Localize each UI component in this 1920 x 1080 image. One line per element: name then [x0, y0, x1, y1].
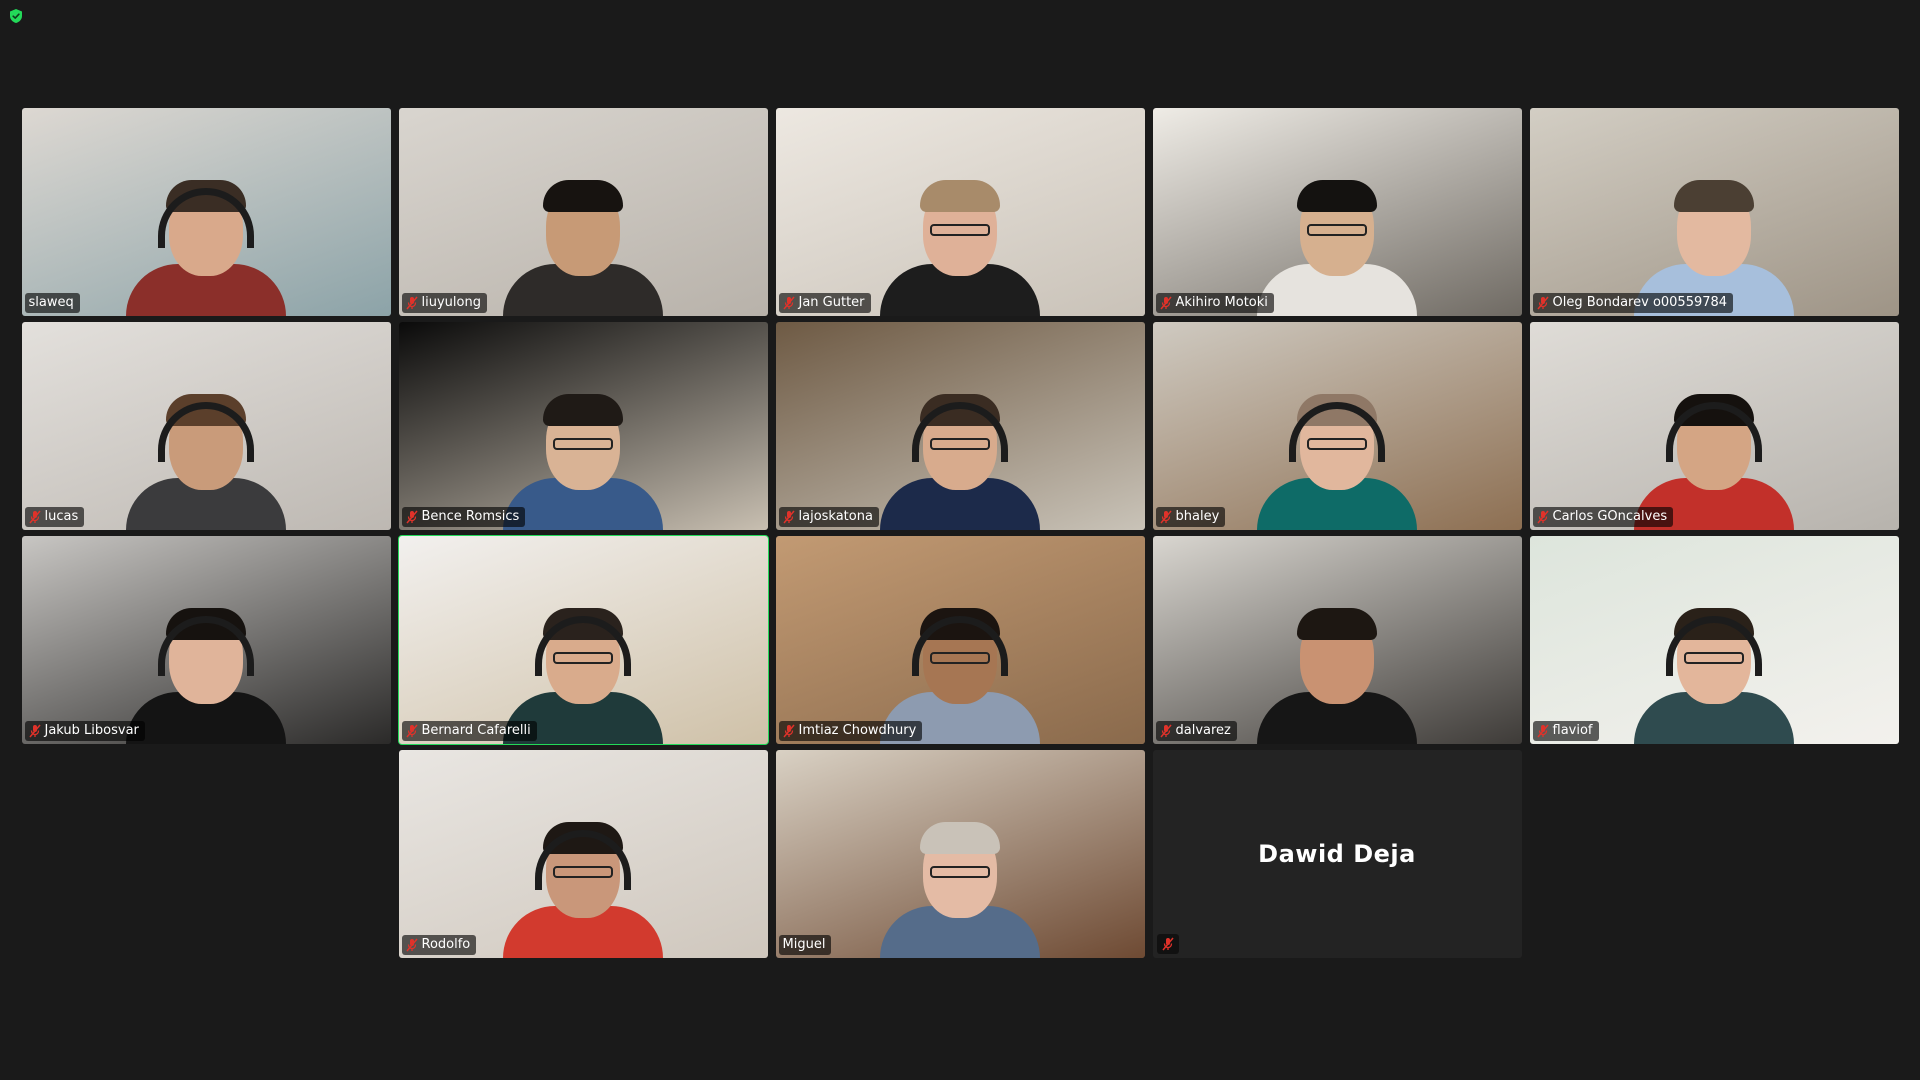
mic-muted-icon [1159, 510, 1172, 524]
mic-muted-icon [782, 296, 795, 310]
participant-tile[interactable]: slaweq [21, 108, 391, 316]
participant-tile[interactable]: flaviof [1529, 536, 1899, 744]
mute-indicator [1156, 934, 1179, 954]
participant-tile[interactable]: Bence Romsics [398, 322, 768, 530]
participant-name: Jan Gutter [798, 295, 865, 310]
mic-muted-icon [1159, 724, 1172, 738]
participant-name-tag: Jakub Libosvar [24, 721, 145, 741]
participant-avatar [1257, 380, 1417, 530]
participant-name-tag: dalvarez [1155, 721, 1237, 741]
participant-name-tag: Akihiro Motoki [1155, 293, 1274, 313]
mic-muted-icon [1536, 296, 1549, 310]
participant-avatar [1257, 166, 1417, 316]
participant-name-tag: slaweq [24, 293, 80, 313]
mic-muted-icon [28, 724, 41, 738]
participant-name: Oleg Bondarev o00559784 [1552, 295, 1728, 310]
participant-name: slaweq [28, 295, 74, 310]
participant-avatar [1257, 594, 1417, 744]
gallery-row: Rodolfo Miguel Dawid Deja [21, 750, 1899, 958]
participant-name-tag: Jan Gutter [778, 293, 871, 313]
participant-tile[interactable]: Oleg Bondarev o00559784 [1529, 108, 1899, 316]
mic-muted-icon [1159, 296, 1172, 310]
mic-muted-icon [782, 724, 795, 738]
mic-muted-icon [1536, 724, 1549, 738]
participant-name: Rodolfo [421, 937, 471, 952]
participant-name: Bence Romsics [421, 509, 520, 524]
participant-avatar [126, 380, 286, 530]
participant-tile[interactable]: Bernard Cafarelli [397, 535, 769, 745]
gallery-grid: slaweq liuyulong Jan Gutter Akihiro Motoki O… [21, 108, 1899, 964]
mic-muted-icon [28, 510, 41, 524]
participant-tile[interactable]: dalvarez [1152, 536, 1522, 744]
participant-name: Dawid Deja [1258, 840, 1416, 868]
gallery-row: lucas Bence Romsics lajoskatona bhaley Carlo… [21, 322, 1899, 530]
participant-name: lucas [44, 509, 79, 524]
participant-name-tag: Imtiaz Chowdhury [778, 721, 923, 741]
participant-name-tag: bhaley [1155, 507, 1226, 527]
participant-tile[interactable]: liuyulong [398, 108, 768, 316]
gallery-row: slaweq liuyulong Jan Gutter Akihiro Motoki O… [21, 108, 1899, 316]
participant-avatar [126, 594, 286, 744]
participant-tile[interactable]: Imtiaz Chowdhury [775, 536, 1145, 744]
mic-muted-icon [1536, 510, 1549, 524]
participant-avatar [880, 380, 1040, 530]
participant-tile[interactable]: Jakub Libosvar [21, 536, 391, 744]
participant-name: Bernard Cafarelli [421, 723, 531, 738]
mic-muted-icon [405, 510, 418, 524]
participant-avatar [126, 166, 286, 316]
participant-tile[interactable]: Miguel [775, 750, 1145, 958]
participant-name: Carlos GOncalves [1552, 509, 1668, 524]
participant-name: Imtiaz Chowdhury [798, 723, 917, 738]
participant-tile[interactable]: Akihiro Motoki [1152, 108, 1522, 316]
mic-muted-icon [405, 296, 418, 310]
participant-avatar [880, 808, 1040, 958]
participant-name-tag: Rodolfo [401, 935, 477, 955]
participant-tile[interactable]: Jan Gutter [775, 108, 1145, 316]
participant-avatar [503, 166, 663, 316]
mic-muted-icon [782, 510, 795, 524]
participant-avatar [503, 808, 663, 958]
participant-name: liuyulong [421, 295, 481, 310]
participant-name-tag: liuyulong [401, 293, 487, 313]
participant-name: lajoskatona [798, 509, 873, 524]
participant-name-tag: Bernard Cafarelli [401, 721, 537, 741]
mic-muted-icon [405, 938, 418, 952]
participant-name: dalvarez [1175, 723, 1231, 738]
participant-tile[interactable]: lucas [21, 322, 391, 530]
participant-name: Miguel [782, 937, 826, 952]
mic-muted-icon [1161, 937, 1174, 951]
participant-name: Akihiro Motoki [1175, 295, 1268, 310]
participant-tile[interactable]: Rodolfo [398, 750, 768, 958]
participant-avatar [880, 166, 1040, 316]
participant-tile[interactable]: lajoskatona [775, 322, 1145, 530]
participant-name-tag: lajoskatona [778, 507, 879, 527]
participant-name: flaviof [1552, 723, 1593, 738]
participant-avatar [503, 380, 663, 530]
mic-muted-icon [405, 724, 418, 738]
participant-name: bhaley [1175, 509, 1220, 524]
participant-name-tag: Carlos GOncalves [1532, 507, 1674, 527]
video-meeting-gallery: slaweq liuyulong Jan Gutter Akihiro Motoki O… [0, 0, 1920, 1080]
gallery-row: Jakub Libosvar Bernard Cafarelli Imtiaz Ch… [21, 535, 1899, 745]
participant-tile[interactable]: bhaley [1152, 322, 1522, 530]
shield-check-icon[interactable] [8, 8, 24, 24]
participant-name-tag: lucas [24, 507, 85, 527]
participant-name-tag: Oleg Bondarev o00559784 [1532, 293, 1734, 313]
participant-tile[interactable]: Dawid Deja [1152, 750, 1522, 958]
participant-tile[interactable]: Carlos GOncalves [1529, 322, 1899, 530]
participant-avatar [1634, 594, 1794, 744]
participant-name-tag: Miguel [778, 935, 832, 955]
participant-name: Jakub Libosvar [44, 723, 139, 738]
participant-name-tag: Bence Romsics [401, 507, 526, 527]
participant-name-tag: flaviof [1532, 721, 1599, 741]
